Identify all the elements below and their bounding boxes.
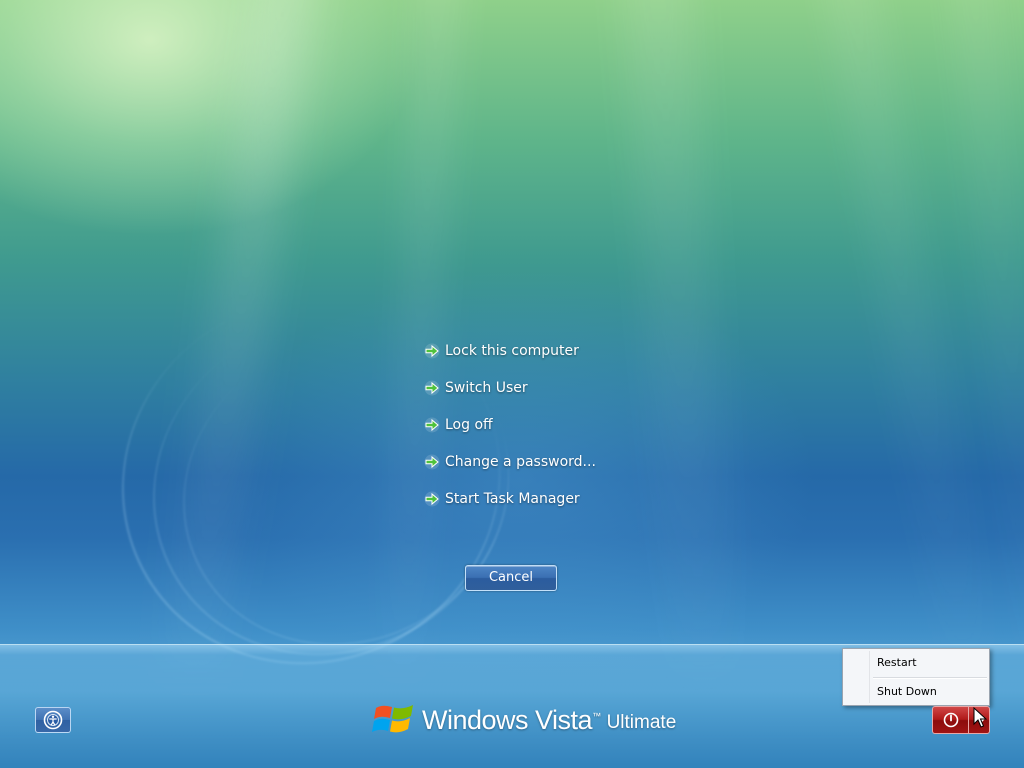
- option-label: Log off: [445, 417, 493, 433]
- option-label: Change a password...: [445, 454, 596, 470]
- green-arrow-icon: [424, 491, 440, 507]
- ease-of-access-icon: [43, 710, 63, 730]
- secure-desktop-screen: Lock this computer Switch User Log off C…: [0, 0, 1024, 768]
- green-arrow-icon: [424, 343, 440, 359]
- power-icon: [943, 712, 958, 728]
- brand-name: Windows Vista™: [422, 704, 601, 735]
- menu-item-shut-down[interactable]: Shut Down: [845, 680, 987, 704]
- ease-of-access-button[interactable]: [35, 707, 71, 733]
- option-start-task-manager[interactable]: Start Task Manager: [424, 488, 664, 510]
- option-lock-computer[interactable]: Lock this computer: [424, 340, 664, 362]
- green-arrow-icon: [424, 417, 440, 433]
- mouse-cursor: [973, 707, 987, 728]
- security-options-list: Lock this computer Switch User Log off C…: [424, 340, 664, 525]
- power-button[interactable]: [932, 706, 968, 734]
- windows-flag-logo: [372, 705, 413, 733]
- option-label: Switch User: [445, 380, 528, 396]
- option-label: Start Task Manager: [445, 491, 580, 507]
- power-options-menu: Restart Shut Down: [842, 648, 990, 706]
- menu-separator: [873, 677, 987, 679]
- option-switch-user[interactable]: Switch User: [424, 377, 664, 399]
- green-arrow-icon: [424, 454, 440, 470]
- option-log-off[interactable]: Log off: [424, 414, 664, 436]
- brand-edition: Ultimate: [606, 712, 677, 733]
- cancel-button[interactable]: Cancel: [465, 565, 557, 591]
- option-label: Lock this computer: [445, 343, 579, 359]
- option-change-password[interactable]: Change a password...: [424, 451, 664, 473]
- menu-item-restart[interactable]: Restart: [845, 651, 987, 675]
- windows-vista-branding: Windows Vista™ Ultimate: [372, 698, 676, 742]
- green-arrow-icon: [424, 380, 440, 396]
